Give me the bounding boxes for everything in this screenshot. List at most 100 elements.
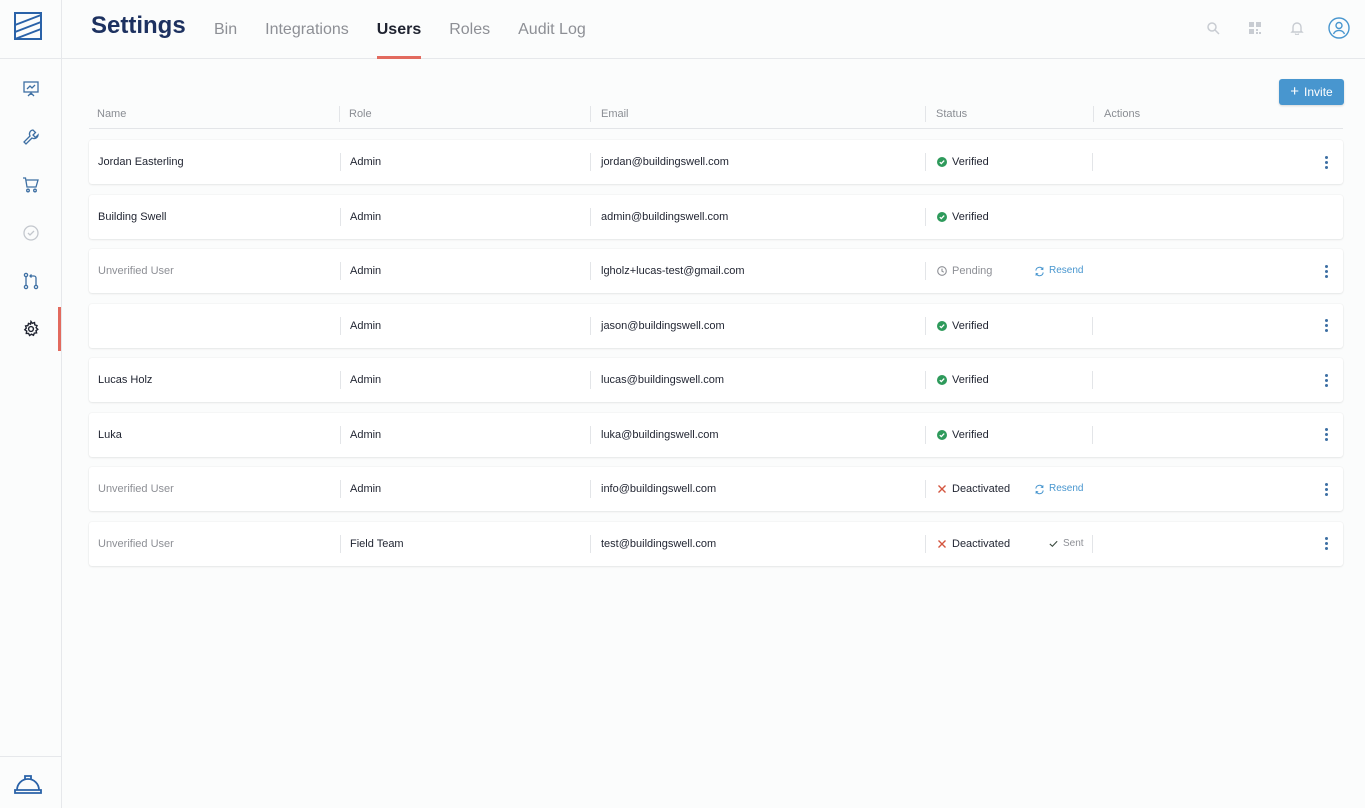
sidebar-item-settings[interactable] (0, 307, 61, 351)
status-text: Verified (952, 210, 989, 223)
status-text: Verified (952, 319, 989, 332)
column-separator (340, 316, 341, 335)
row-menu-button[interactable] (1319, 261, 1333, 281)
search-button[interactable] (1201, 16, 1225, 40)
row-menu-button[interactable] (1319, 152, 1333, 172)
user-email: info@buildingswell.com (601, 483, 717, 495)
kebab-dot (1324, 433, 1328, 436)
column-separator (590, 316, 591, 335)
row-menu-button[interactable] (1319, 425, 1333, 445)
status-text: Verified (952, 428, 989, 441)
tab-integrations[interactable]: Integrations (265, 0, 349, 59)
kebab-dot (1324, 547, 1328, 550)
qr-code-button[interactable] (1243, 16, 1267, 40)
check-icon (1049, 540, 1058, 548)
column-separator (590, 106, 591, 122)
column-separator (925, 207, 926, 226)
tab-roles[interactable]: Roles (449, 0, 490, 59)
cart-icon (22, 177, 39, 193)
row-menu-button[interactable] (1319, 534, 1333, 554)
user-name: Unverified User (98, 537, 174, 550)
sidebar-item-dashboard[interactable] (0, 67, 61, 111)
kebab-dot (1324, 324, 1328, 327)
column-separator (925, 106, 926, 122)
table-row[interactable]: Unverified User Field Team test@building… (89, 521, 1343, 566)
user-action: Resend (1034, 467, 1083, 511)
sent-label: Sent (1063, 537, 1084, 549)
column-separator (340, 153, 341, 171)
user-status: Deactivated (937, 467, 1010, 511)
column-separator (925, 480, 926, 498)
column-separator (590, 262, 591, 280)
table-header: Name Role Email Status Actions (89, 102, 1343, 129)
column-separator (925, 534, 926, 553)
kebab-dot (1324, 319, 1328, 322)
column-separator (340, 207, 341, 226)
kebab-dot (1324, 155, 1328, 159)
check-circle-icon (937, 429, 947, 440)
column-separator (340, 534, 341, 553)
column-separator (1092, 425, 1093, 444)
column-separator (340, 480, 341, 498)
bell-icon (1290, 22, 1304, 35)
resend-label: Resend (1049, 265, 1084, 276)
user-name: Luka (98, 428, 122, 441)
plus-icon: + (1290, 83, 1300, 100)
row-menu-button[interactable] (1319, 479, 1333, 499)
logo-icon[interactable] (14, 12, 42, 40)
column-header-status[interactable]: Status (936, 102, 967, 126)
user-email: jordan@buildingswell.com (601, 156, 729, 168)
tab-users[interactable]: Users (376, 0, 422, 59)
sidebar-item-cart[interactable] (0, 163, 61, 207)
row-menu-button[interactable] (1319, 316, 1333, 336)
tab-bin[interactable]: Bin (214, 0, 237, 59)
resend-button[interactable]: Resend (1034, 467, 1083, 511)
column-header-role[interactable]: Role (349, 102, 372, 126)
sidebar-item-tools[interactable] (0, 115, 61, 159)
user-email: admin@buildingswell.com (601, 210, 729, 223)
sidebar-item-tasks[interactable] (0, 211, 61, 255)
user-name: Building Swell (98, 210, 167, 223)
refresh-icon (1035, 484, 1044, 494)
user-action: Resend (1034, 249, 1083, 293)
status-text: Verified (952, 156, 989, 168)
table-row[interactable]: Luka Admin luka@buildingswell.com Verifi… (89, 412, 1343, 457)
column-separator (590, 425, 591, 444)
sidebar-item-workflows[interactable] (0, 259, 61, 303)
tab-audit-log[interactable]: Audit Log (518, 0, 586, 59)
table-row[interactable]: Unverified User Admin info@buildingswell… (89, 467, 1343, 511)
qr-code-icon (1249, 22, 1261, 34)
column-header-email[interactable]: Email (601, 102, 629, 126)
page-title: Settings (91, 12, 186, 39)
table-row[interactable]: Building Swell Admin admin@buildingswell… (89, 194, 1343, 239)
header-icons (1183, 16, 1351, 40)
resend-label: Resend (1049, 483, 1084, 494)
hard-hat-icon[interactable] (14, 772, 42, 796)
column-separator (925, 371, 926, 389)
row-menu-button[interactable] (1319, 370, 1333, 390)
user-role: Admin (350, 319, 382, 332)
presentation-chart-icon (22, 81, 39, 97)
user-email: lgholz+lucas-test@gmail.com (601, 265, 745, 277)
column-separator (590, 480, 591, 498)
table-row[interactable]: Admin jason@buildingswell.com Verified (89, 303, 1343, 348)
user-menu-button[interactable] (1327, 16, 1351, 40)
column-separator (925, 425, 926, 444)
user-role: Admin (350, 156, 382, 168)
column-separator (1092, 316, 1093, 335)
column-header-name[interactable]: Name (97, 102, 126, 126)
column-separator (590, 534, 591, 553)
table-row[interactable]: Jordan Easterling Admin jordan@buildings… (89, 140, 1343, 184)
sidebar-divider (0, 756, 61, 757)
notifications-button[interactable] (1285, 16, 1309, 40)
user-circle-icon (1328, 17, 1350, 39)
column-separator (590, 153, 591, 171)
table-row[interactable]: Lucas Holz Admin lucas@buildingswell.com… (89, 358, 1343, 402)
table-row[interactable]: Unverified User Admin lgholz+lucas-test@… (89, 249, 1343, 293)
header: Settings Bin Integrations Users Roles Au… (62, 0, 1365, 59)
user-name: Lucas Holz (98, 374, 153, 386)
status-text: Pending (952, 265, 993, 277)
user-status: Verified (937, 304, 989, 348)
resend-button[interactable]: Resend (1034, 249, 1083, 293)
status-text: Deactivated (952, 483, 1011, 495)
